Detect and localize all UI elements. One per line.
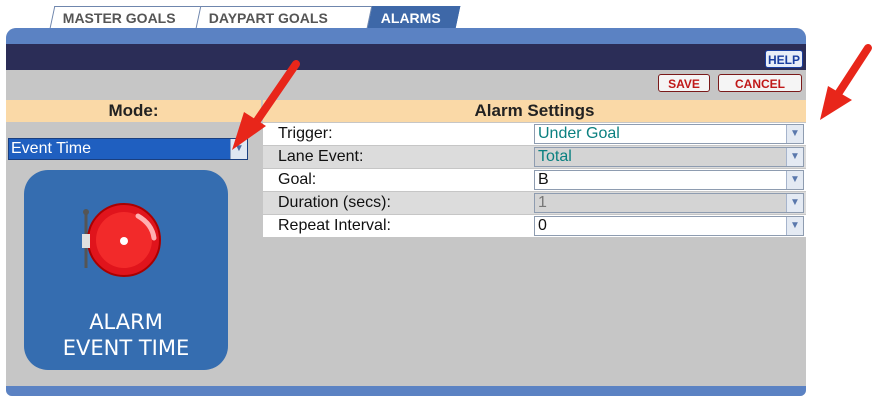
lane-event-label: Lane Event: <box>278 148 364 165</box>
goal-label: Goal: <box>278 171 317 188</box>
save-button[interactable]: SAVE <box>658 74 710 92</box>
trigger-row: Trigger: Under Goal ▼ <box>263 123 806 146</box>
tab-bar: MASTER GOALS DAYPART GOALS ALARMS <box>0 0 470 28</box>
duration-label: Duration (secs): <box>278 194 391 211</box>
chevron-down-icon[interactable]: ▼ <box>786 217 803 235</box>
chevron-down-icon[interactable]: ▼ <box>786 194 803 212</box>
repeat-interval-row: Repeat Interval: 0 ▼ <box>263 215 806 238</box>
tab-label: ALARMS <box>380 10 441 26</box>
top-band <box>6 28 806 44</box>
tab-label: MASTER GOALS <box>62 10 176 26</box>
tab-label: DAYPART GOALS <box>208 10 328 26</box>
duration-value: 1 <box>538 194 547 211</box>
trigger-select[interactable]: Under Goal ▼ <box>534 124 804 144</box>
repeat-interval-label: Repeat Interval: <box>278 217 391 234</box>
goal-select[interactable]: B ▼ <box>534 170 804 190</box>
bottom-band <box>6 386 806 396</box>
lane-event-value: Total <box>538 148 572 165</box>
chevron-down-icon[interactable]: ▼ <box>786 125 803 143</box>
nav-bar <box>6 44 806 70</box>
duration-row: Duration (secs): 1 ▼ <box>263 192 806 215</box>
lane-event-row: Lane Event: Total ▼ <box>263 146 806 169</box>
chevron-down-icon[interactable]: ▼ <box>230 139 247 159</box>
trigger-value: Under Goal <box>538 125 620 142</box>
alarms-panel: HELP SAVE CANCEL Mode: Alarm Settings Ev… <box>6 28 806 396</box>
goal-value: B <box>538 171 549 188</box>
help-button[interactable]: HELP <box>765 50 803 68</box>
mode-select[interactable]: Event Time ▼ <box>8 138 248 160</box>
mode-header: Mode: <box>6 100 261 122</box>
goal-row: Goal: B ▼ <box>263 169 806 192</box>
alarm-settings-table: Trigger: Under Goal ▼ Lane Event: Total … <box>263 123 806 238</box>
chevron-down-icon[interactable]: ▼ <box>786 171 803 189</box>
duration-select[interactable]: 1 ▼ <box>534 193 804 213</box>
tab-master-goals[interactable]: MASTER GOALS <box>49 6 203 28</box>
alarm-event-time-image: ALARM EVENT TIME <box>24 170 228 370</box>
alarm-icon-text-line2: EVENT TIME <box>62 336 190 360</box>
mode-selected-value: Event Time <box>11 140 92 157</box>
lane-event-select[interactable]: Total ▼ <box>534 147 804 167</box>
tab-daypart-goals[interactable]: DAYPART GOALS <box>195 6 373 28</box>
tab-alarms[interactable]: ALARMS <box>367 6 461 28</box>
alarm-icon-text-line1: ALARM <box>89 310 163 334</box>
chevron-down-icon[interactable]: ▼ <box>786 148 803 166</box>
alarm-settings-header: Alarm Settings <box>263 100 806 122</box>
trigger-label: Trigger: <box>278 125 333 142</box>
cancel-button[interactable]: CANCEL <box>718 74 802 92</box>
repeat-interval-select[interactable]: 0 ▼ <box>534 216 804 236</box>
repeat-interval-value: 0 <box>538 217 547 234</box>
arrow-to-settings <box>820 44 872 120</box>
